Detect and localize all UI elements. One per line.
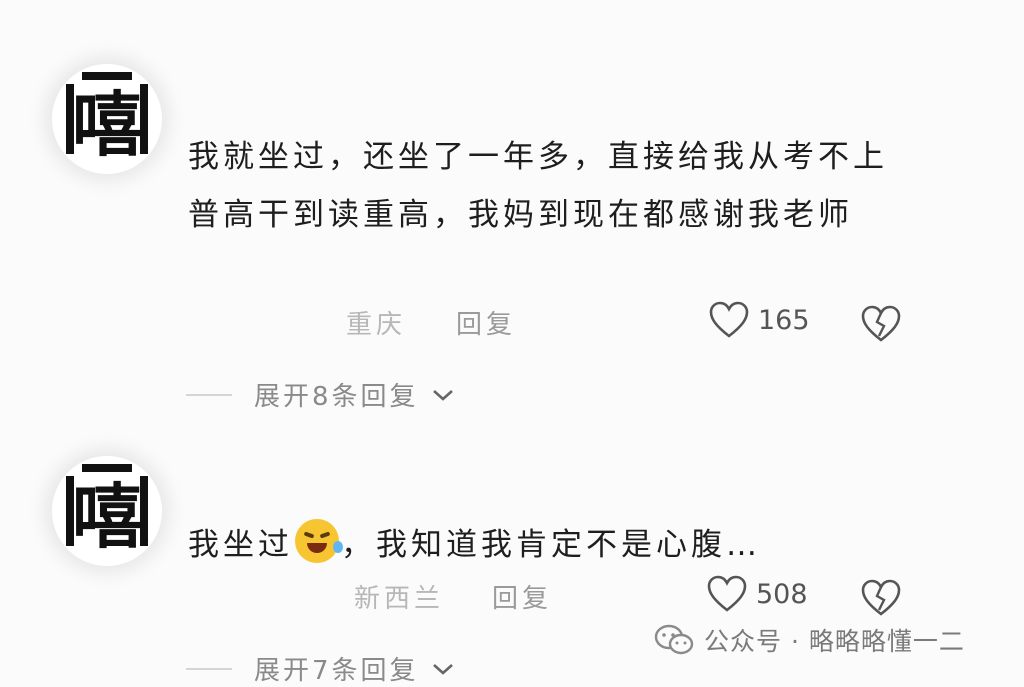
like-count: 165: [758, 304, 810, 336]
comment-text: 我就坐过，还坐了一年多，直接给我从考不上普高干到读重高，我妈到现在都感谢我老师: [188, 139, 888, 233]
comment-location: 新西兰: [354, 584, 445, 614]
comment-text-part: 我坐过: [188, 527, 293, 563]
avatar[interactable]: 嘻: [52, 64, 162, 174]
divider-line: [186, 667, 232, 670]
watermark: 公众号 · 略略略懂一二: [654, 622, 965, 658]
comment-text: 我坐过 ，我知道我肯定不是心腹…: [188, 516, 888, 574]
like-button[interactable]: 508: [706, 574, 808, 614]
reply-button[interactable]: 回复: [456, 304, 516, 341]
heart-icon: [709, 301, 749, 338]
comment-location: 重庆: [346, 310, 407, 340]
watermark-text: 公众号 · 略略略懂一二: [704, 627, 965, 656]
reply-button[interactable]: 回复: [492, 578, 552, 615]
broken-heart-icon[interactable]: [860, 304, 902, 344]
avatar-glyph: 嘻: [72, 474, 142, 558]
comment-item: 嘻 我就坐过，还坐了一年多，直接给我从考不上普高干到读重高，我妈到现在都感谢我老…: [0, 0, 1024, 420]
expand-label: 展开7条回复: [254, 656, 419, 686]
chevron-down-icon: [432, 663, 453, 675]
heart-icon: [707, 575, 747, 612]
laughing-tears-emoji-icon: [295, 519, 343, 563]
like-count: 508: [756, 578, 808, 610]
chevron-down-icon: [432, 389, 453, 401]
wechat-icon: [654, 624, 694, 655]
expand-replies-button[interactable]: 展开8条回复: [186, 376, 455, 413]
expand-replies-button[interactable]: 展开7条回复: [186, 650, 455, 687]
comment-text-part: ，我知道我肯定不是心腹…: [341, 527, 761, 563]
divider-line: [186, 393, 232, 396]
expand-label: 展开8条回复: [254, 382, 419, 412]
avatar[interactable]: 嘻: [52, 456, 162, 566]
like-button[interactable]: 165: [708, 300, 810, 340]
broken-heart-icon[interactable]: [860, 578, 902, 618]
avatar-glyph: 嘻: [72, 82, 142, 166]
